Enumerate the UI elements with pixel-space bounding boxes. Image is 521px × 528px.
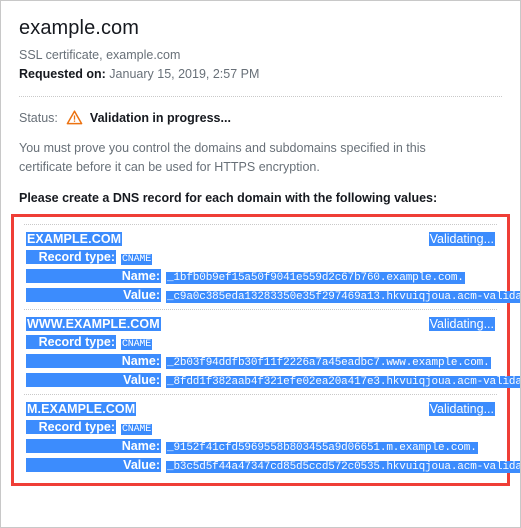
domain-name: M.EXAMPLE.COM	[26, 402, 137, 416]
domain-header-row: M.EXAMPLE.COM Validating...	[26, 402, 497, 416]
requested-on-label: Requested on:	[19, 67, 106, 81]
record-value-value: _c9a0c385eda13283350e35f297469a13.hkvuiq…	[166, 291, 520, 303]
record-name-value: _9152f41cfd5969558b803455a9d06651.m.exam…	[166, 442, 478, 454]
record-name-value: _2b03f94ddfb30f11f2226a7a45eadbc7.www.ex…	[166, 357, 491, 369]
record-value-row: Value: _c9a0c385eda13283350e35f297469a13…	[26, 288, 520, 303]
record-value-label: Value:	[26, 373, 161, 387]
status-row: Status: Validation in progress...	[19, 109, 502, 126]
record-type-value: CNAME	[121, 339, 153, 350]
record-value-row: Value: _b3c5d5f44a47347cd85d5ccd572c0535…	[26, 458, 520, 473]
domain-name: WWW.EXAMPLE.COM	[26, 317, 161, 331]
dns-record-block: EXAMPLE.COM Validating... Record type: C…	[24, 232, 520, 303]
record-value-label: Value:	[26, 458, 161, 472]
record-divider	[24, 394, 497, 395]
requested-on-value: January 15, 2019, 2:57 PM	[109, 67, 260, 81]
certificate-detail-panel: example.com SSL certificate, example.com…	[0, 0, 521, 528]
record-name-row: Name: _1bfb0b9ef15a50f9041e559d2c67b760.…	[26, 269, 497, 284]
record-value-value: _8fdd1f382aab4f321efe02ea20a417e3.hkvuiq…	[166, 376, 520, 388]
record-name-label: Name:	[26, 354, 161, 368]
page-title: example.com	[19, 17, 140, 39]
record-type-row: Record type: CNAME	[26, 335, 497, 350]
record-value-value: _b3c5d5f44a47347cd85d5ccd572c0535.hkvuiq…	[166, 461, 520, 473]
dns-instruction: Please create a DNS record for each doma…	[19, 191, 438, 205]
record-type-label: Record type:	[26, 335, 116, 349]
record-type-value: CNAME	[121, 254, 153, 265]
record-value-row: Value: _8fdd1f382aab4f321efe02ea20a417e3…	[26, 373, 520, 388]
domain-header-row: WWW.EXAMPLE.COM Validating...	[26, 317, 497, 331]
warning-triangle-icon	[66, 109, 83, 126]
record-name-value: _1bfb0b9ef15a50f9041e559d2c67b760.exampl…	[166, 272, 465, 284]
dns-record-block: M.EXAMPLE.COM Validating... Record type:…	[24, 402, 520, 473]
dns-record-block: WWW.EXAMPLE.COM Validating... Record typ…	[24, 317, 520, 388]
record-type-row: Record type: CNAME	[26, 420, 497, 435]
record-type-row: Record type: CNAME	[26, 250, 497, 265]
requested-on-row: Requested on: January 15, 2019, 2:57 PM	[19, 66, 502, 83]
domain-name: EXAMPLE.COM	[26, 232, 123, 246]
record-name-row: Name: _9152f41cfd5969558b803455a9d06651.…	[26, 439, 497, 454]
domain-header-row: EXAMPLE.COM Validating...	[26, 232, 497, 246]
certificate-subtitle: SSL certificate, example.com	[19, 48, 181, 62]
record-type-label: Record type:	[26, 420, 116, 434]
record-type-value: CNAME	[121, 424, 153, 435]
panel-content: example.com SSL certificate, example.com…	[1, 1, 520, 486]
validation-description: You must prove you control the domains a…	[19, 141, 426, 174]
header-divider	[19, 96, 502, 97]
record-divider	[24, 309, 497, 310]
record-value-label: Value:	[26, 288, 161, 302]
status-badge: Validating...	[428, 317, 495, 331]
status-label: Status:	[19, 110, 58, 125]
status-text: Validation in progress...	[89, 110, 231, 125]
status-badge: Validating...	[428, 232, 495, 246]
record-type-label: Record type:	[26, 250, 116, 264]
status-badge: Validating...	[428, 402, 495, 416]
record-name-row: Name: _2b03f94ddfb30f11f2226a7a45eadbc7.…	[26, 354, 497, 369]
dns-records-annotation-box: EXAMPLE.COM Validating... Record type: C…	[11, 214, 520, 486]
record-divider	[24, 224, 497, 225]
record-name-label: Name:	[26, 269, 161, 283]
record-name-label: Name:	[26, 439, 161, 453]
